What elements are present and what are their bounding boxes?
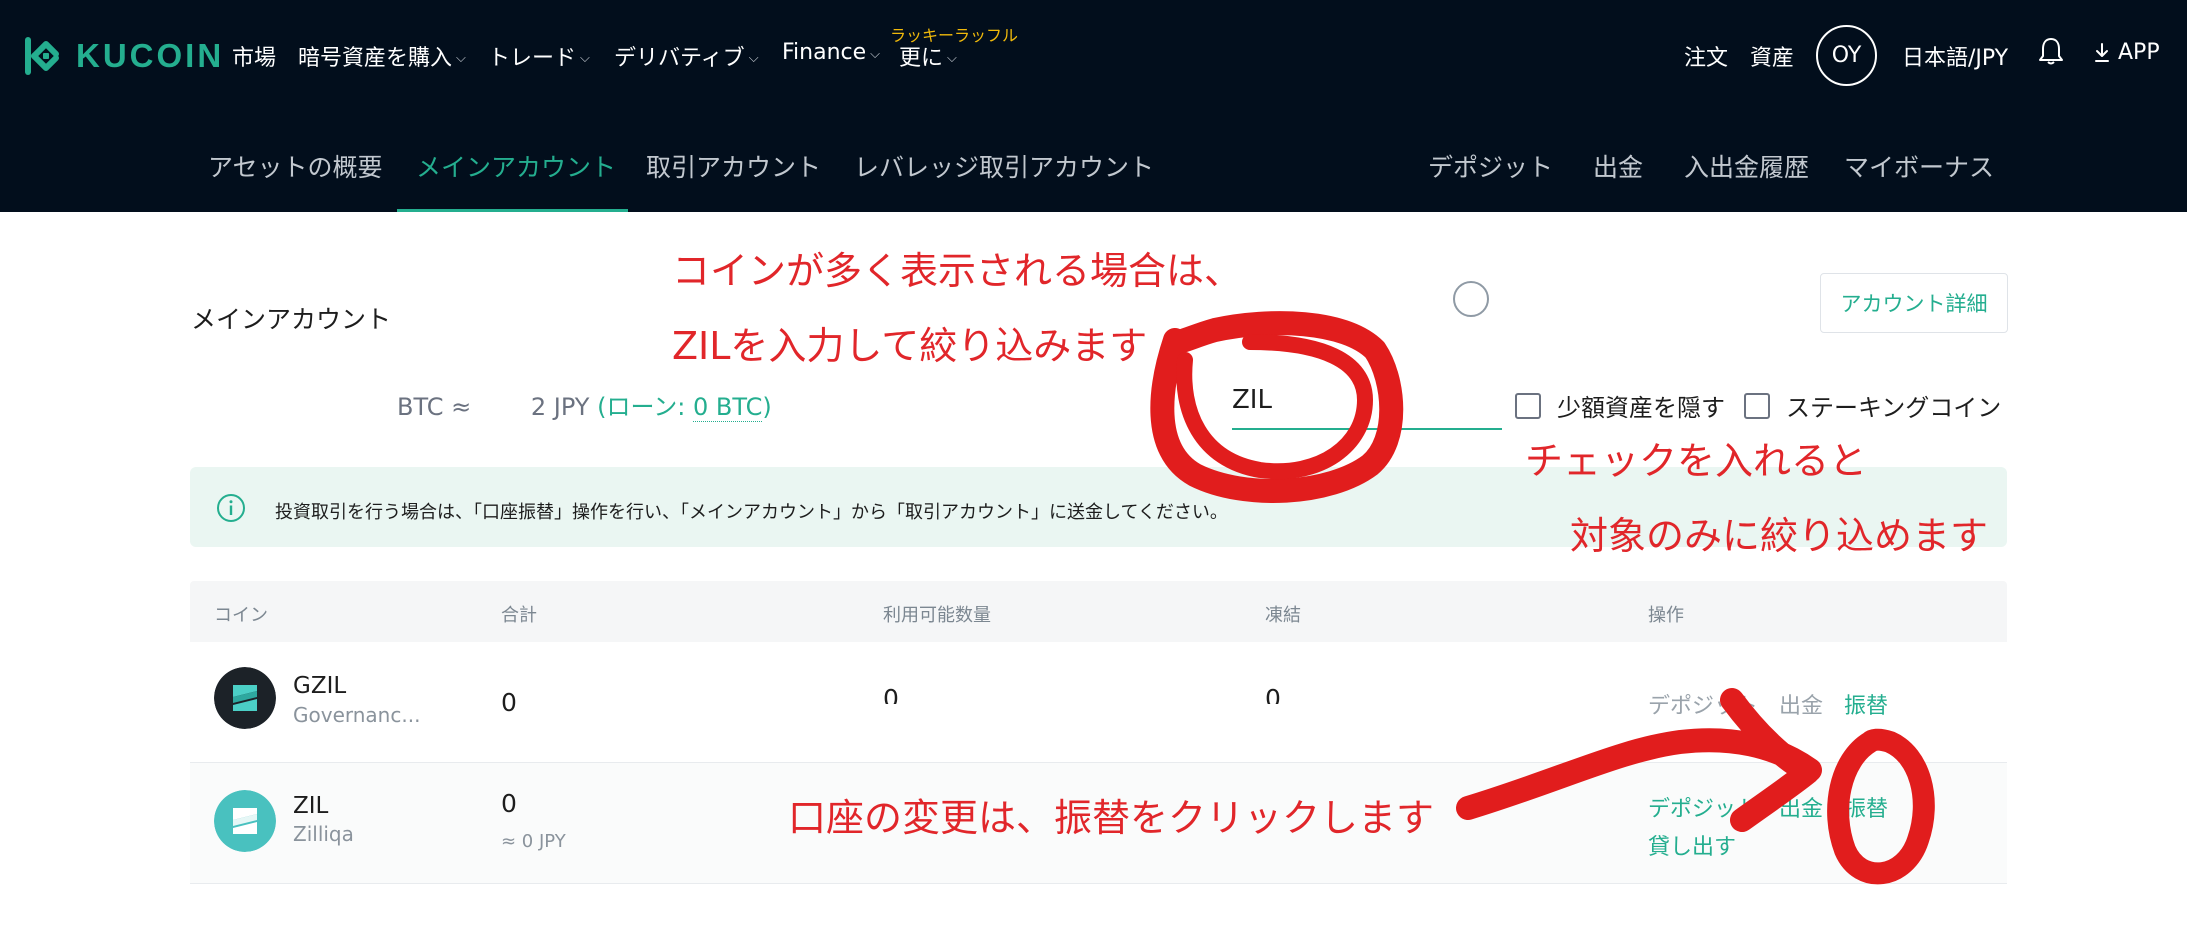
withdraw-link[interactable]: 出金	[1593, 148, 1643, 184]
gzil-coin-icon	[214, 667, 276, 729]
withdraw-button[interactable]: 出金	[1779, 791, 1823, 823]
hide-small-assets-checkbox[interactable]: 少額資産を隠す	[1515, 388, 1725, 423]
download-icon	[2095, 42, 2109, 62]
annotation-filter-line2: ZILを入力して絞り込みます	[672, 324, 1148, 368]
header-total: 合計	[501, 605, 537, 626]
nav-market[interactable]: 市場	[232, 40, 276, 72]
tab-trading-account[interactable]: 取引アカウント	[646, 148, 821, 184]
nav-finance[interactable]: Finance ⌵	[782, 40, 880, 65]
nav-market-label: 市場	[232, 46, 277, 71]
loan-value[interactable]: 0 BTC	[692, 393, 763, 422]
header-available: 利用可能数量	[883, 605, 991, 626]
coin-symbol: GZIL	[293, 673, 347, 699]
deposit-button[interactable]: デポジット	[1648, 791, 1758, 823]
deposit-button[interactable]: デポジット	[1648, 688, 1758, 720]
lend-button[interactable]: 貸し出す	[1648, 829, 1736, 861]
app-label: APP	[2118, 40, 2160, 65]
app-download-button[interactable]: APP	[2094, 40, 2160, 65]
balance-btc-prefix: BTC ≈	[397, 393, 472, 421]
active-tab-indicator	[397, 209, 628, 212]
transfer-button[interactable]: 振替	[1844, 688, 1888, 720]
loan-open: (ローン:	[597, 393, 693, 421]
coin-name: Zilliqa	[293, 822, 354, 846]
assets-link[interactable]: 資産	[1750, 40, 1794, 72]
coin-symbol: ZIL	[293, 793, 329, 819]
coin-search-input[interactable]	[1232, 380, 1482, 420]
staking-coin-label: ステーキングコイン	[1786, 394, 2002, 422]
hide-small-assets-label: 少額資産を隠す	[1557, 394, 1725, 422]
withdraw-button[interactable]: 出金	[1779, 688, 1823, 720]
top-navigation: KUCOIN 市場 暗号資産を購入 ⌵ トレード ⌵ デリバティブ ⌵ Fina…	[0, 0, 2187, 112]
chevron-down-icon: ⌵	[947, 50, 957, 66]
nav-buy-crypto-label: 暗号資産を購入	[298, 46, 453, 71]
page-title: メインアカウント	[191, 305, 392, 334]
history-link[interactable]: 入出金履歴	[1684, 148, 1809, 184]
total-value: 0	[501, 789, 517, 818]
annotation-check-line2: 対象のみに絞り込めます	[1570, 514, 1989, 558]
nav-trade-label: トレード	[488, 46, 577, 71]
nav-buy-crypto[interactable]: 暗号資産を購入 ⌵	[298, 40, 466, 72]
table-header: コイン 合計 利用可能数量 凍結 操作	[190, 581, 2007, 642]
available-value: 0	[883, 684, 899, 704]
chevron-down-icon: ⌵	[456, 50, 466, 66]
annotation-check-line1: チェックを入れると	[1525, 439, 1868, 483]
header-actions: 操作	[1648, 605, 1684, 626]
account-detail-button[interactable]: アカウント詳細	[1820, 273, 2008, 333]
tab-margin-account[interactable]: レバレッジ取引アカウント	[854, 148, 1154, 184]
chevron-down-icon: ⌵	[748, 50, 759, 66]
transfer-button[interactable]: 振替	[1844, 791, 1888, 823]
bell-icon[interactable]	[2038, 36, 2064, 66]
user-avatar[interactable]: OY	[1816, 25, 1877, 86]
kucoin-logo-icon	[25, 37, 59, 75]
language-currency-selector[interactable]: 日本語/JPY	[1902, 40, 2008, 72]
nav-more[interactable]: 更に ⌵	[899, 40, 957, 72]
checkbox-box[interactable]	[1744, 392, 1770, 419]
tab-main-account[interactable]: メインアカウント	[416, 148, 616, 184]
header-coin: コイン	[214, 605, 268, 626]
annotation-transfer-note: 口座の変更は、振替をクリックします	[788, 796, 1435, 840]
balance-jpy: JPY	[553, 393, 590, 421]
nav-more-label: 更に	[899, 46, 944, 71]
total-value: 0	[501, 688, 517, 717]
nav-finance-label: Finance	[782, 40, 867, 65]
balance-summary: BTC ≈ 2 JPY (ローン: 0 BTC)	[397, 393, 772, 422]
chevron-down-icon: ⌵	[580, 50, 590, 66]
chevron-down-icon: ⌵	[870, 47, 881, 62]
annotation-filter-line1: コインが多く表示される場合は、	[672, 249, 1243, 293]
tab-asset-overview[interactable]: アセットの概要	[208, 148, 383, 184]
frozen-value: 0	[1265, 684, 1281, 704]
coin-name: Governanc...	[293, 703, 421, 727]
checkbox-box[interactable]	[1515, 392, 1541, 419]
zil-coin-icon	[214, 790, 276, 852]
logo-text: KUCOIN	[76, 37, 225, 74]
nav-trade[interactable]: トレード ⌵	[488, 40, 590, 72]
deposit-link[interactable]: デポジット	[1428, 148, 1553, 184]
notice-text: 投資取引を行う場合は、「口座振替」操作を行い、「メインアカウント」から「取引アカ…	[275, 502, 1228, 523]
loan-close: )	[762, 393, 772, 421]
my-bonus-link[interactable]: マイボーナス	[1844, 148, 1994, 184]
nav-derivatives[interactable]: デリバティブ ⌵	[614, 40, 759, 72]
table-row: GZIL Governanc... 0 0 0 デポジット 出金 振替	[190, 642, 2007, 763]
loading-spinner-icon	[1453, 281, 1489, 317]
kucoin-logo[interactable]: KUCOIN	[20, 34, 224, 78]
account-subnav: アセットの概要 メインアカウント 取引アカウント レバレッジ取引アカウント デポ…	[0, 112, 2187, 212]
staking-coin-checkbox[interactable]: ステーキングコイン	[1744, 388, 2001, 423]
nav-derivatives-label: デリバティブ	[614, 46, 745, 71]
header-frozen: 凍結	[1265, 605, 1301, 626]
total-jpy-value: ≈ 0 JPY	[501, 831, 566, 852]
orders-link[interactable]: 注文	[1684, 40, 1728, 72]
info-icon	[217, 494, 245, 522]
